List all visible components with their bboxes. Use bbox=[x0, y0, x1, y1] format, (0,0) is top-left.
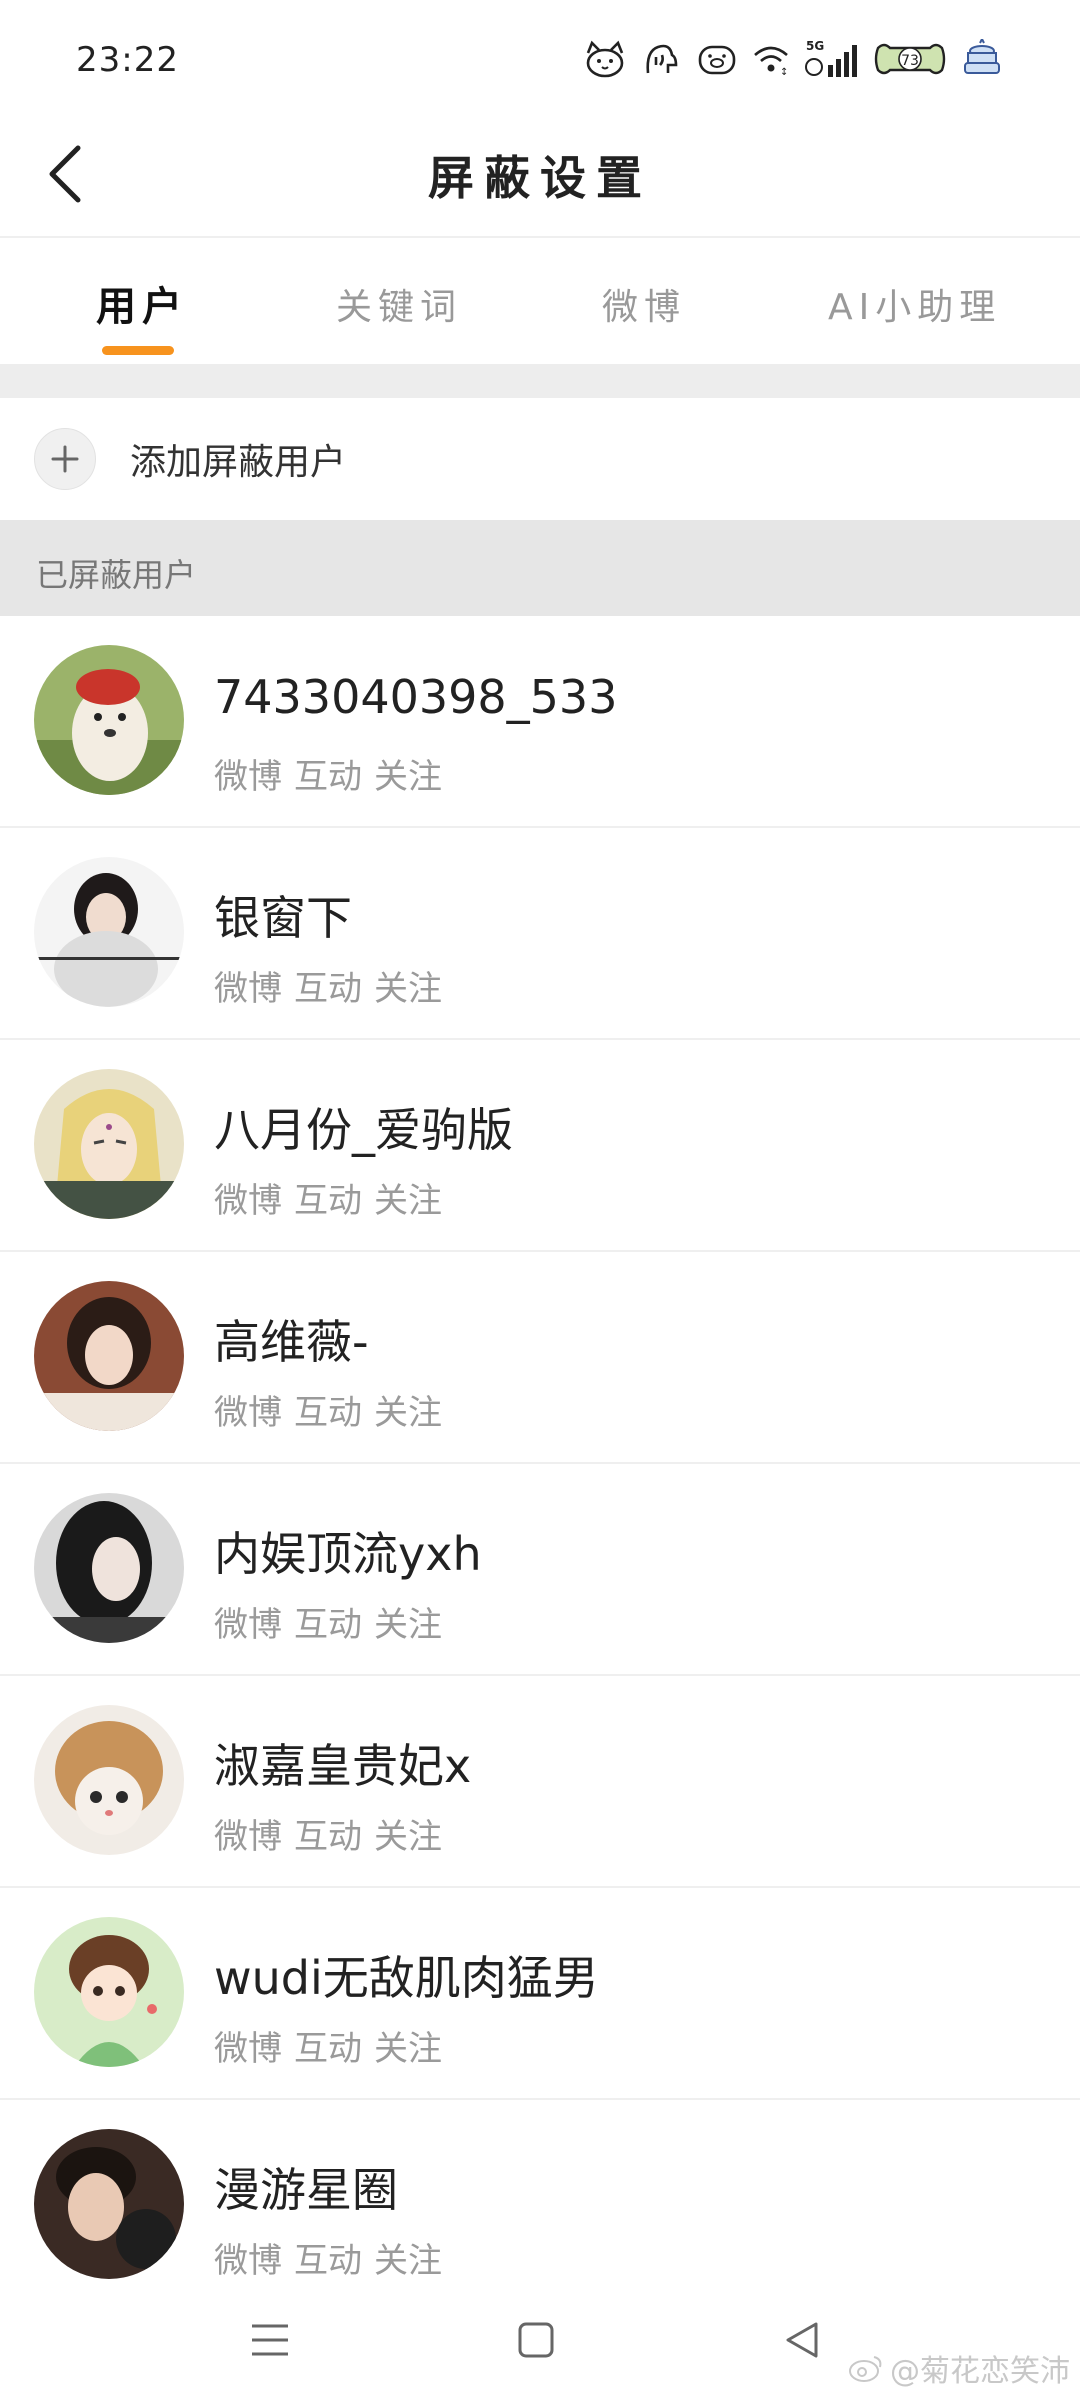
animal-doodle-icon bbox=[642, 37, 682, 81]
avatar[interactable] bbox=[34, 1493, 184, 1643]
tag-interaction: 互动 bbox=[294, 969, 362, 1009]
tag-weibo: 微博 bbox=[214, 1181, 282, 1221]
tab-ai-assistant[interactable]: AI小助理 bbox=[828, 278, 1001, 330]
tag-interaction: 互动 bbox=[294, 1393, 362, 1433]
battery-level: 73 bbox=[901, 53, 919, 69]
tag-follow: 关注 bbox=[374, 1393, 442, 1433]
tag-weibo: 微博 bbox=[214, 969, 282, 1009]
avatar[interactable] bbox=[34, 2129, 184, 2279]
watermark-text: @菊花恋笑沛 bbox=[890, 2354, 1070, 2389]
section-header: 已屏蔽用户 bbox=[0, 520, 1080, 616]
avatar[interactable] bbox=[34, 857, 184, 1007]
list-item[interactable]: 内娱顶流yxh 微博 互动 关注 bbox=[0, 1464, 1080, 1676]
user-name: 八月份_爱驹版 bbox=[214, 1103, 513, 1157]
pig-face-icon bbox=[696, 37, 738, 81]
tag-follow: 关注 bbox=[374, 1605, 442, 1645]
wifi-icon: ↕ bbox=[752, 37, 790, 81]
list-item[interactable]: 八月份_爱驹版 微博 互动 关注 bbox=[0, 1040, 1080, 1252]
avatar[interactable] bbox=[34, 1917, 184, 2067]
section-title: 已屏蔽用户 bbox=[36, 556, 197, 594]
list-item[interactable]: wudi无敌肌肉猛男 微博 互动 关注 bbox=[0, 1888, 1080, 2100]
add-blocked-user-label: 添加屏蔽用户 bbox=[130, 442, 347, 483]
status-icons: ↕ 5G 73 bbox=[582, 34, 1004, 84]
active-tab-indicator bbox=[102, 346, 174, 355]
avatar[interactable] bbox=[34, 645, 184, 795]
watermark: @菊花恋笑沛 bbox=[848, 2346, 1070, 2390]
user-block-tags: 微博 互动 关注 bbox=[214, 749, 454, 798]
tag-weibo: 微博 bbox=[214, 1393, 282, 1433]
tag-interaction: 互动 bbox=[294, 1605, 362, 1645]
tag-interaction: 互动 bbox=[294, 757, 362, 797]
tag-follow: 关注 bbox=[374, 2029, 442, 2069]
tag-interaction: 互动 bbox=[294, 1817, 362, 1857]
user-block-tags: 微博 互动 关注 bbox=[214, 1173, 454, 1222]
tag-follow: 关注 bbox=[374, 1817, 442, 1857]
cake-icon bbox=[960, 37, 1004, 81]
user-block-tags: 微博 互动 关注 bbox=[214, 1809, 454, 1858]
header: 屏蔽设置 bbox=[0, 112, 1080, 236]
blocked-user-list: 7433040398_533 微博 互动 关注 银窗下 微博 互动 关注 八月份_爱驹版… bbox=[0, 616, 1080, 2310]
tab-weibo[interactable]: 微博 bbox=[602, 278, 686, 330]
weibo-logo-icon bbox=[849, 2356, 882, 2382]
avatar[interactable] bbox=[34, 1069, 184, 1219]
tag-follow: 关注 bbox=[374, 757, 442, 797]
user-name: 银窗下 bbox=[214, 891, 352, 945]
tab-keywords[interactable]: 关键词 bbox=[336, 278, 462, 330]
avatar[interactable] bbox=[34, 1281, 184, 1431]
tag-interaction: 互动 bbox=[294, 1181, 362, 1221]
cat-face-icon bbox=[582, 37, 628, 81]
user-name: wudi无敌肌肉猛男 bbox=[214, 1951, 599, 2005]
user-block-tags: 微博 互动 关注 bbox=[214, 1385, 454, 1434]
tag-weibo: 微博 bbox=[214, 1605, 282, 1645]
tag-follow: 关注 bbox=[374, 1181, 442, 1221]
home-square-icon[interactable] bbox=[506, 2310, 566, 2370]
menu-icon[interactable] bbox=[240, 2310, 300, 2370]
list-item[interactable]: 高维薇- 微博 互动 关注 bbox=[0, 1252, 1080, 1464]
tag-weibo: 微博 bbox=[214, 2029, 282, 2069]
user-name: 7433040398_533 bbox=[214, 670, 618, 724]
add-blocked-user-row[interactable]: 添加屏蔽用户 bbox=[0, 398, 1080, 520]
user-block-tags: 微博 互动 关注 bbox=[214, 961, 454, 1010]
tag-weibo: 微博 bbox=[214, 2241, 282, 2281]
list-item[interactable]: 7433040398_533 微博 互动 关注 bbox=[0, 616, 1080, 828]
tag-weibo: 微博 bbox=[214, 1817, 282, 1857]
list-item[interactable]: 淑嘉皇贵妃x 微博 互动 关注 bbox=[0, 1676, 1080, 1888]
status-bar: 23:22 ↕ 5G 73 bbox=[0, 0, 1080, 112]
list-item[interactable]: 银窗下 微博 互动 关注 bbox=[0, 828, 1080, 1040]
avatar[interactable] bbox=[34, 1705, 184, 1855]
battery-icon: 73 bbox=[874, 37, 946, 81]
user-block-tags: 微博 互动 关注 bbox=[214, 2021, 454, 2070]
tab-bar: 用户 关键词 微博 AI小助理 bbox=[0, 238, 1080, 364]
page-title: 屏蔽设置 bbox=[428, 151, 652, 205]
section-gap bbox=[0, 364, 1080, 398]
list-item[interactable]: 漫游星圈 微博 互动 关注 bbox=[0, 2100, 1080, 2310]
plus-icon bbox=[34, 428, 96, 490]
status-time: 23:22 bbox=[76, 40, 179, 80]
signal-icon: 5G bbox=[804, 37, 860, 81]
tag-interaction: 互动 bbox=[294, 2241, 362, 2281]
tag-follow: 关注 bbox=[374, 2241, 442, 2281]
user-name: 高维薇- bbox=[214, 1315, 369, 1369]
tab-users[interactable]: 用户 bbox=[96, 274, 188, 332]
tag-interaction: 互动 bbox=[294, 2029, 362, 2069]
user-name: 淑嘉皇贵妃x bbox=[214, 1739, 472, 1793]
user-block-tags: 微博 互动 关注 bbox=[214, 2233, 454, 2282]
user-name: 漫游星圈 bbox=[214, 2163, 398, 2217]
svg-text:↕: ↕ bbox=[780, 67, 788, 77]
tag-weibo: 微博 bbox=[214, 757, 282, 797]
user-block-tags: 微博 互动 关注 bbox=[214, 1597, 454, 1646]
user-name: 内娱顶流yxh bbox=[214, 1527, 482, 1581]
network-label: 5G bbox=[806, 39, 824, 53]
tag-follow: 关注 bbox=[374, 969, 442, 1009]
back-triangle-icon[interactable] bbox=[772, 2310, 832, 2370]
